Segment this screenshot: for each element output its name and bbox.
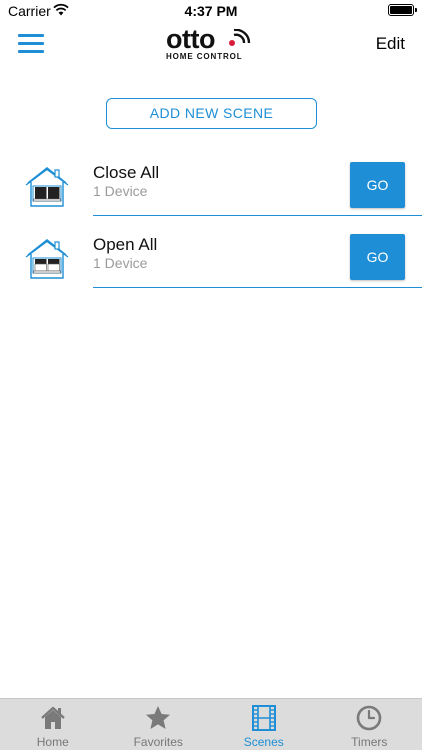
clock-icon [356, 705, 382, 731]
row-divider [93, 215, 422, 216]
film-icon [251, 705, 276, 731]
tab-label: Timers [351, 735, 388, 749]
star-icon [146, 706, 171, 729]
logo-subtitle: HOME CONTROL [166, 52, 243, 61]
status-time: 4:37 PM [184, 3, 238, 19]
tab-label: Favorites [133, 735, 183, 749]
scene-row-close-all[interactable]: Close All 1 Device GO [0, 150, 422, 222]
house-closed-shades-icon [25, 166, 69, 207]
go-button-open-all[interactable]: GO [350, 234, 405, 280]
tab-label: Home [36, 735, 69, 749]
tab-home[interactable]: Home [0, 699, 106, 750]
tab-bar: Home Favorites Scenes Timers [0, 698, 422, 750]
nav-bar: otto HOME CONTROL Edit [0, 22, 422, 66]
scene-device-count: 1 Device [93, 255, 148, 271]
edit-button[interactable]: Edit [376, 34, 405, 54]
tab-scenes[interactable]: Scenes [211, 699, 317, 750]
scene-row-open-all[interactable]: Open All 1 Device GO [0, 222, 422, 294]
house-open-shades-icon [25, 238, 69, 279]
scene-device-count: 1 Device [93, 183, 148, 199]
tab-favorites[interactable]: Favorites [106, 699, 212, 750]
otto-logo: otto HOME CONTROL [160, 24, 260, 64]
signal-waves-icon [233, 29, 251, 44]
row-divider [93, 287, 422, 288]
home-icon [40, 706, 65, 729]
add-new-scene-button[interactable]: ADD NEW SCENE [106, 98, 317, 129]
go-button-close-all[interactable]: GO [350, 162, 405, 208]
scene-name: Open All [93, 235, 158, 254]
scene-name: Close All [93, 163, 160, 182]
menu-icon[interactable] [18, 32, 46, 54]
battery-icon [388, 4, 417, 16]
tab-timers[interactable]: Timers [317, 699, 422, 750]
status-bar: Carrier 4:37 PM [0, 0, 422, 22]
logo-wordmark: otto [166, 24, 215, 54]
tab-label: Scenes [243, 735, 284, 749]
